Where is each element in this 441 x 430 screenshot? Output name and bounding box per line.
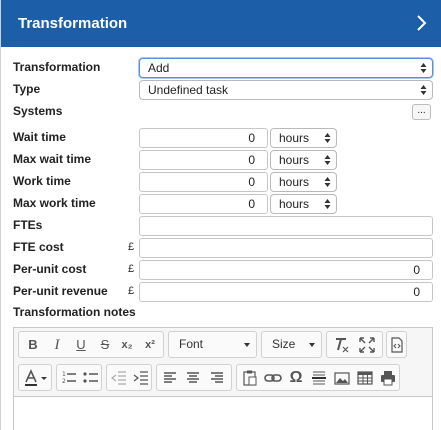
work-time-input[interactable]: 0 bbox=[139, 172, 268, 192]
align-group bbox=[156, 364, 232, 391]
fte-cost-label: FTE cost bbox=[13, 240, 64, 254]
per-unit-cost-currency: £ bbox=[128, 263, 135, 275]
source-code-icon[interactable] bbox=[387, 335, 407, 355]
max-wait-time-unit-select[interactable]: hours bbox=[270, 150, 337, 170]
max-work-time-unit-select[interactable]: hours bbox=[270, 194, 337, 214]
select-arrows-icon bbox=[420, 84, 427, 96]
max-work-time-label: Max work time bbox=[13, 196, 96, 210]
wait-time-label: Wait time bbox=[13, 130, 66, 144]
select-arrows-icon bbox=[324, 132, 331, 144]
systems-label: Systems bbox=[13, 104, 63, 118]
text-style-group: B I U S x₂ x² bbox=[18, 331, 164, 358]
bold-button[interactable]: B bbox=[23, 335, 43, 355]
transformation-select-value: Add bbox=[148, 61, 170, 75]
wait-time-input[interactable]: 0 bbox=[139, 128, 268, 148]
align-left-icon[interactable] bbox=[160, 368, 180, 388]
max-wait-time-input[interactable]: 0 bbox=[139, 150, 268, 170]
select-arrows-icon bbox=[324, 198, 331, 210]
transformation-label: Transformation bbox=[13, 60, 101, 74]
size-select-label: Size bbox=[272, 337, 296, 351]
fte-cost-input[interactable] bbox=[139, 238, 433, 258]
align-right-icon[interactable] bbox=[207, 368, 227, 388]
systems-picker-button[interactable]: ... bbox=[412, 104, 431, 120]
ftes-input[interactable] bbox=[139, 216, 433, 236]
per-unit-revenue-label: Per-unit revenue bbox=[13, 284, 108, 298]
notes-editor-body[interactable] bbox=[14, 396, 432, 430]
work-time-unit-select[interactable]: hours bbox=[270, 172, 337, 192]
underline-button[interactable]: U bbox=[71, 335, 91, 355]
panel-title: Transformation bbox=[18, 15, 128, 32]
link-icon[interactable] bbox=[263, 368, 283, 388]
wait-time-unit-value: hours bbox=[279, 131, 310, 145]
notes-editor: B I U S x₂ x² Font Size 1 2 Ω bbox=[13, 327, 433, 430]
type-label: Type bbox=[13, 82, 41, 96]
select-arrows-icon bbox=[324, 176, 331, 188]
per-unit-cost-input[interactable]: 0 bbox=[139, 260, 433, 280]
ftes-label: FTEs bbox=[13, 218, 43, 232]
max-wait-time-label: Max wait time bbox=[13, 152, 92, 166]
fte-cost-currency: £ bbox=[128, 241, 135, 253]
indent-icon[interactable] bbox=[131, 368, 151, 388]
svg-text:2: 2 bbox=[62, 378, 66, 385]
work-time-label: Work time bbox=[13, 174, 71, 188]
remove-format-icon[interactable] bbox=[331, 335, 351, 355]
font-select-label: Font bbox=[179, 337, 204, 351]
transformation-select[interactable]: Add bbox=[139, 58, 433, 78]
chevron-right-icon[interactable] bbox=[412, 12, 432, 34]
align-center-icon[interactable] bbox=[183, 368, 203, 388]
bulleted-list-icon[interactable] bbox=[81, 368, 101, 388]
list-group: 12 bbox=[56, 364, 102, 391]
outdent-icon[interactable] bbox=[109, 368, 129, 388]
max-wait-time-unit-value: hours bbox=[279, 153, 310, 167]
table-icon[interactable] bbox=[355, 368, 375, 388]
panel-header[interactable]: Transformation bbox=[1, 0, 441, 47]
maximize-icon[interactable] bbox=[357, 335, 377, 355]
format-tools-group bbox=[326, 331, 383, 358]
indent-group bbox=[106, 364, 152, 391]
wait-time-unit-select[interactable]: hours bbox=[270, 128, 337, 148]
max-work-time-unit-value: hours bbox=[279, 197, 310, 211]
source-group bbox=[386, 331, 407, 358]
image-icon[interactable] bbox=[332, 368, 352, 388]
per-unit-revenue-currency: £ bbox=[128, 285, 135, 297]
caret-down-icon bbox=[244, 343, 250, 347]
font-select[interactable]: Font bbox=[168, 331, 257, 358]
text-color-group bbox=[18, 364, 52, 391]
superscript-button[interactable]: x² bbox=[140, 335, 160, 355]
transformation-panel: Transformation Transformation Add Type U… bbox=[0, 0, 441, 430]
per-unit-revenue-input[interactable]: 0 bbox=[139, 282, 433, 302]
strikethrough-button[interactable]: S bbox=[95, 335, 115, 355]
text-color-icon[interactable] bbox=[21, 368, 51, 388]
select-arrows-icon bbox=[420, 62, 427, 74]
max-work-time-input[interactable]: 0 bbox=[139, 194, 268, 214]
subscript-button[interactable]: x₂ bbox=[117, 335, 137, 355]
type-select-value: Undefined task bbox=[148, 83, 229, 97]
print-icon[interactable] bbox=[378, 368, 398, 388]
transformation-notes-label: Transformation notes bbox=[13, 305, 136, 319]
size-select[interactable]: Size bbox=[261, 331, 322, 358]
italic-button[interactable]: I bbox=[47, 335, 67, 355]
svg-text:1: 1 bbox=[62, 371, 66, 378]
select-arrows-icon bbox=[324, 154, 331, 166]
type-select[interactable]: Undefined task bbox=[139, 80, 433, 100]
caret-down-icon bbox=[309, 343, 315, 347]
special-character-icon[interactable]: Ω bbox=[286, 368, 306, 388]
paste-icon[interactable] bbox=[240, 368, 260, 388]
horizontal-line-icon[interactable] bbox=[309, 368, 329, 388]
numbered-list-icon[interactable]: 12 bbox=[59, 368, 79, 388]
insert-group: Ω bbox=[236, 364, 400, 391]
per-unit-cost-label: Per-unit cost bbox=[13, 262, 87, 276]
work-time-unit-value: hours bbox=[279, 175, 310, 189]
